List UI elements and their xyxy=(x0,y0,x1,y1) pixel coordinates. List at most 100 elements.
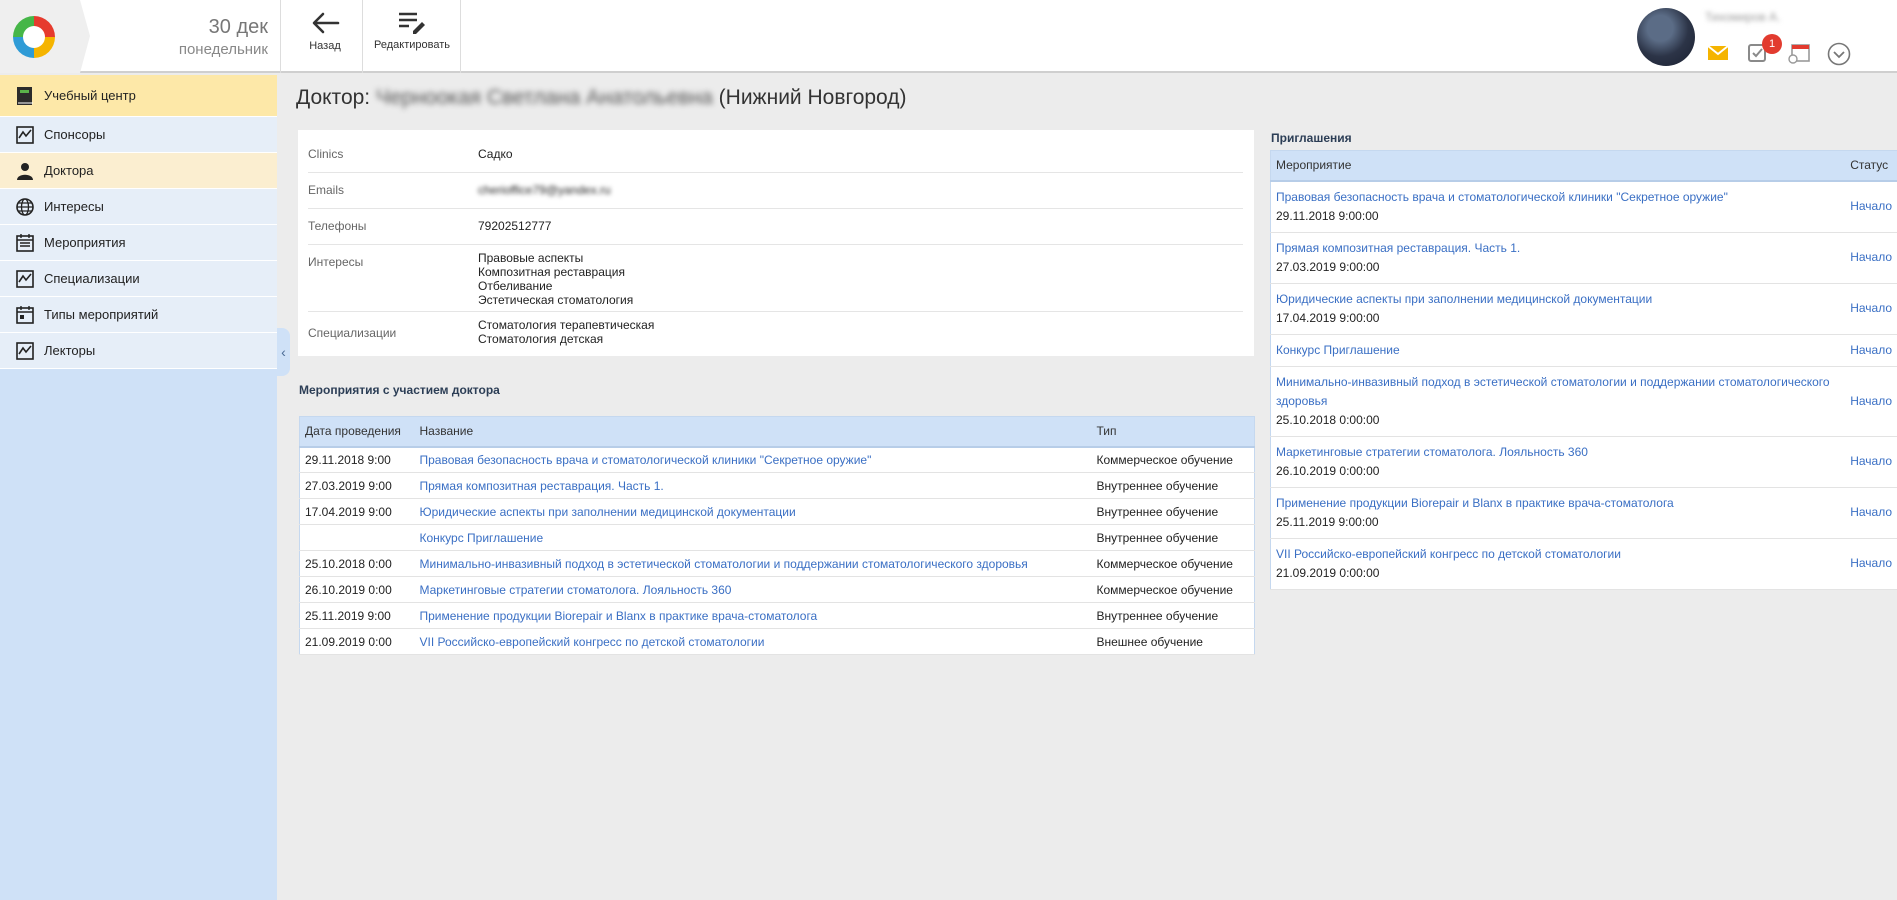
invitation-link[interactable]: Конкурс Приглашение xyxy=(1276,341,1840,360)
event-date: 26.10.2019 0:00 xyxy=(299,576,415,603)
info-row-phones: Телефоны 79202512777 xyxy=(308,209,1243,245)
table-row: Минимально-инвазивный подход в эстетичес… xyxy=(1270,366,1897,437)
sidebar-item-interests[interactable]: Интересы xyxy=(0,189,277,225)
invitation-status[interactable]: Начало xyxy=(1850,301,1892,315)
specializations-list: Стоматология терапевтическая Стоматологи… xyxy=(478,318,654,346)
interests-list: Правовые аспекты Композитная реставрация… xyxy=(478,251,633,307)
events-section-title: Мероприятия с участием доктора xyxy=(299,383,500,397)
specializations-label: Специализации xyxy=(308,326,397,340)
interest-item: Отбеливание xyxy=(478,279,553,293)
invitation-link[interactable]: Минимально-инвазивный подход в эстетичес… xyxy=(1276,373,1840,411)
table-header-row: Дата проведения Название Тип xyxy=(299,416,1255,448)
doctor-info-card: Clinics Садко Emails cherioffice79@yande… xyxy=(298,130,1254,356)
table-row: Применение продукции Biorepair и Blanx в… xyxy=(1270,487,1897,539)
email-link[interactable]: cherioffice79@yandex.ru xyxy=(478,183,611,197)
avatar[interactable] xyxy=(1637,8,1695,66)
interest-item: Правовые аспекты xyxy=(478,251,584,265)
divider xyxy=(280,0,281,73)
info-row-specializations: Специализации Стоматология терапевтическ… xyxy=(308,312,1243,356)
invitation-status[interactable]: Начало xyxy=(1850,454,1892,468)
invitation-status[interactable]: Начало xyxy=(1850,505,1892,519)
arrow-left-icon xyxy=(312,12,340,34)
divider xyxy=(460,0,461,73)
sidebar-item-doctors[interactable]: Доктора xyxy=(0,153,277,189)
user-panel: Тихомиров А. 1 xyxy=(1637,0,1897,73)
invitation-link[interactable]: Применение продукции Biorepair и Blanx в… xyxy=(1276,494,1840,513)
sidebar-item-event-types[interactable]: Типы мероприятий xyxy=(0,297,277,333)
event-type: Коммерческое обучение xyxy=(1091,550,1255,577)
sidebar-item-training-center[interactable]: Учебный центр xyxy=(0,75,277,117)
invitation-status[interactable]: Начало xyxy=(1850,394,1892,408)
sidebar-item-events[interactable]: Мероприятия xyxy=(0,225,277,261)
clinics-link[interactable]: Садко xyxy=(478,147,513,161)
event-date: 27.03.2019 9:00 xyxy=(299,472,415,499)
event-date xyxy=(299,524,415,551)
invitation-date: 17.04.2019 9:00:00 xyxy=(1276,310,1380,325)
phone-value: 79202512777 xyxy=(478,219,552,233)
tasks-badge: 1 xyxy=(1762,34,1782,54)
invitation-status[interactable]: Начало xyxy=(1850,199,1892,213)
invitation-link[interactable]: Юридические аспекты при заполнении медиц… xyxy=(1276,290,1840,309)
event-link[interactable]: Юридические аспекты при заполнении медиц… xyxy=(420,505,796,519)
column-header-status[interactable]: Статус xyxy=(1845,150,1897,182)
doctor-icon xyxy=(14,160,36,182)
event-link[interactable]: Применение продукции Biorepair и Blanx в… xyxy=(420,609,818,623)
back-label: Назад xyxy=(309,40,341,52)
event-date: 21.09.2019 0:00 xyxy=(299,628,415,655)
event-type: Внутреннее обучение xyxy=(1091,472,1255,499)
doctor-city: (Нижний Новгород) xyxy=(718,86,907,109)
sidebar-item-label: Интересы xyxy=(44,199,104,214)
sidebar-item-lecturers[interactable]: Лекторы xyxy=(0,333,277,369)
invitation-status[interactable]: Начало xyxy=(1850,250,1892,264)
event-link[interactable]: Минимально-инвазивный подход в эстетичес… xyxy=(420,557,1028,571)
book-icon xyxy=(14,85,36,107)
sidebar-item-label: Типы мероприятий xyxy=(44,307,159,322)
chevron-down-icon[interactable] xyxy=(1827,42,1851,66)
column-header-name[interactable]: Название xyxy=(414,416,1092,448)
invitation-link[interactable]: Маркетинговые стратегии стоматолога. Лоя… xyxy=(1276,443,1840,462)
logo[interactable] xyxy=(0,0,90,73)
invitations-table: Мероприятие Статус Правовая безопасность… xyxy=(1270,150,1897,590)
interests-label: Интересы xyxy=(308,255,364,269)
event-link[interactable]: VII Российско-европейский конгресс по де… xyxy=(420,635,765,649)
specialization-item: Стоматология детская xyxy=(478,332,604,346)
table-row: Прямая композитная реставрация. Часть 1.… xyxy=(1270,232,1897,284)
column-header-date[interactable]: Дата проведения xyxy=(299,416,415,448)
phones-label: Телефоны xyxy=(308,219,367,233)
divider xyxy=(362,0,363,73)
invitation-link[interactable]: VII Российско-европейский конгресс по де… xyxy=(1276,545,1840,564)
sidebar-item-sponsors[interactable]: Спонсоры xyxy=(0,117,277,153)
mail-icon[interactable] xyxy=(1707,42,1731,64)
sidebar-item-label: Специализации xyxy=(44,271,140,286)
tasks-icon[interactable]: 1 xyxy=(1747,34,1782,64)
sidebar: Учебный центр Спонсоры Доктора Интересы … xyxy=(0,75,277,900)
column-header-type[interactable]: Тип xyxy=(1091,416,1255,448)
invitation-status[interactable]: Начало xyxy=(1850,343,1892,357)
calendar-icon[interactable] xyxy=(1787,42,1811,64)
invitation-link[interactable]: Правовая безопасность врача и стоматолог… xyxy=(1276,188,1840,207)
event-type: Внешнее обучение xyxy=(1091,628,1255,655)
event-link[interactable]: Конкурс Приглашение xyxy=(420,531,544,545)
table-row: VII Российско-европейский конгресс по де… xyxy=(1270,538,1897,590)
user-name[interactable]: Тихомиров А. xyxy=(1705,10,1780,24)
event-type: Коммерческое обучение xyxy=(1091,446,1255,473)
sidebar-item-label: Лекторы xyxy=(44,343,96,358)
info-row-clinics: Clinics Садко xyxy=(308,130,1243,173)
event-link[interactable]: Прямая композитная реставрация. Часть 1. xyxy=(420,479,664,493)
back-button[interactable]: Назад xyxy=(288,0,362,73)
invitation-link[interactable]: Прямая композитная реставрация. Часть 1. xyxy=(1276,239,1840,258)
invitation-status[interactable]: Начало xyxy=(1850,556,1892,570)
info-row-interests: Интересы Правовые аспекты Композитная ре… xyxy=(308,245,1243,312)
sidebar-collapse-button[interactable]: ‹ xyxy=(277,328,290,376)
column-header-event[interactable]: Мероприятие xyxy=(1270,150,1846,182)
event-link[interactable]: Маркетинговые стратегии стоматолога. Лоя… xyxy=(420,583,732,597)
interest-item: Композитная реставрация xyxy=(478,265,625,279)
chart-icon xyxy=(14,268,36,290)
edit-list-icon xyxy=(399,12,425,34)
table-row: 27.03.2019 9:00 Прямая композитная рестав… xyxy=(299,472,1255,499)
date-day: 30 дек xyxy=(208,16,268,38)
sidebar-item-label: Доктора xyxy=(44,163,94,178)
edit-button[interactable]: Редактировать xyxy=(366,0,458,73)
sidebar-item-specializations[interactable]: Специализации xyxy=(0,261,277,297)
event-link[interactable]: Правовая безопасность врача и стоматолог… xyxy=(420,453,872,467)
